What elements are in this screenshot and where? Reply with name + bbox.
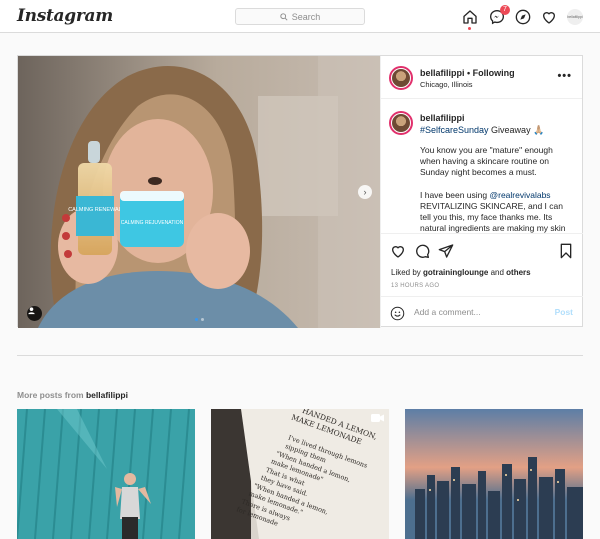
caption-paragraph: You know you are "mature" enough when ha… (420, 145, 553, 178)
home-button[interactable] (461, 8, 479, 26)
likes-others-link[interactable]: others (506, 268, 530, 277)
messages-badge: 7 (500, 5, 510, 15)
post-photo-illustration: CALMING RENEWAL CALMING REJUVENATION (18, 56, 380, 328)
carousel-dot (201, 318, 204, 321)
more-posts-prefix: More posts from (17, 390, 86, 400)
profile-avatar-text: bellafilippi (567, 15, 583, 19)
likes-prefix: Liked by (391, 268, 424, 277)
post-location[interactable]: Chicago, Illinois (420, 80, 473, 89)
post-comment-button[interactable]: Post (555, 307, 573, 317)
person-icon (28, 307, 35, 315)
section-divider (17, 355, 583, 356)
author-avatar[interactable] (389, 66, 413, 90)
caption-paragraph: I have been using @realrevivalabs REVITA… (420, 190, 575, 233)
caption-text: I have been using (420, 189, 490, 200)
more-posts-user-link[interactable]: bellafilippi (86, 390, 128, 400)
post-photo[interactable]: CALMING RENEWAL CALMING REJUVENATION › (18, 56, 380, 328)
compass-icon (515, 9, 531, 25)
top-navigation-bar: Instagram Search 7 bellafilippi (0, 0, 600, 33)
more-post-thumbnail[interactable]: HANDED A LEMON, MAKE LEMONADE I've lived… (211, 409, 389, 539)
liker-username[interactable]: gotraininglounge (423, 268, 488, 277)
search-input[interactable]: Search (235, 8, 365, 25)
bookmark-icon[interactable] (558, 243, 574, 259)
explore-button[interactable] (514, 8, 532, 26)
thumbnail-book-photo: HANDED A LEMON, MAKE LEMONADE I've lived… (211, 409, 389, 539)
home-icon (463, 10, 477, 24)
more-post-thumbnail[interactable] (17, 409, 195, 539)
thumbnail-wall-photo (17, 409, 195, 539)
share-icon[interactable] (438, 243, 454, 259)
mention-link[interactable]: @realrevivalabs (489, 190, 550, 200)
hashtag-link[interactable]: #SelfcareSunday (420, 125, 489, 135)
post-actions: Liked by gotraininglounge and others 13 … (381, 233, 583, 328)
post-card: CALMING RENEWAL CALMING REJUVENATION › b… (17, 55, 583, 328)
more-posts-heading: More posts from bellafilippi (17, 390, 128, 400)
post-header: bellafilippi • Following Chicago, Illino… (381, 56, 582, 99)
emoji-icon[interactable] (390, 306, 405, 321)
jar-label: CALMING REJUVENATION (121, 220, 184, 226)
comment-bar: Post (381, 296, 583, 329)
likes-and: and (488, 268, 507, 277)
more-options-button[interactable]: ••• (557, 70, 572, 82)
bottle-label: CALMING RENEWAL (68, 207, 122, 213)
caption-giveaway: Giveaway 🙏🏼 (488, 125, 545, 135)
post-caption: bellafilippi #SelfcareSunday Giveaway 🙏🏼… (381, 100, 583, 233)
more-post-thumbnail[interactable] (405, 409, 583, 539)
caption-body: You know you are "mature" enough when ha… (420, 145, 575, 233)
more-options-icon: ••• (557, 70, 572, 82)
post-timestamp[interactable]: 13 HOURS AGO (391, 283, 439, 289)
search-icon (280, 12, 288, 21)
caption-avatar[interactable] (389, 111, 413, 135)
tagged-users-button[interactable] (27, 306, 42, 321)
active-indicator-dot (468, 27, 471, 30)
profile-avatar-button[interactable]: bellafilippi (567, 9, 583, 25)
like-heart-icon[interactable] (390, 243, 406, 259)
instagram-logo[interactable]: Instagram (17, 6, 113, 26)
caption-first-line: #SelfcareSunday Giveaway 🙏🏼 (420, 125, 544, 136)
comment-input[interactable] (414, 307, 544, 317)
thumbnail-skyline-photo (405, 409, 583, 539)
messages-button[interactable]: 7 (488, 5, 510, 26)
caption-username[interactable]: bellafilippi (420, 113, 465, 123)
post-author: bellafilippi • Following (420, 68, 515, 78)
search-placeholder: Search (291, 11, 321, 22)
carousel-next-button[interactable]: › (358, 185, 372, 199)
comment-icon[interactable] (414, 243, 430, 259)
likes-summary: Liked by gotraininglounge and others (391, 268, 531, 277)
activity-button[interactable] (540, 8, 558, 26)
caption-text: REVITALIZING SKINCARE, and I can tell yo… (420, 200, 566, 233)
carousel-dot (195, 318, 198, 321)
following-button[interactable]: Following (473, 68, 515, 78)
heart-icon (543, 12, 555, 24)
post-sidebar: bellafilippi • Following Chicago, Illino… (380, 56, 583, 328)
carousel-dots (195, 318, 204, 321)
separator-dot: • (464, 68, 473, 78)
author-username[interactable]: bellafilippi (420, 68, 465, 78)
chevron-right-icon: › (363, 187, 367, 197)
